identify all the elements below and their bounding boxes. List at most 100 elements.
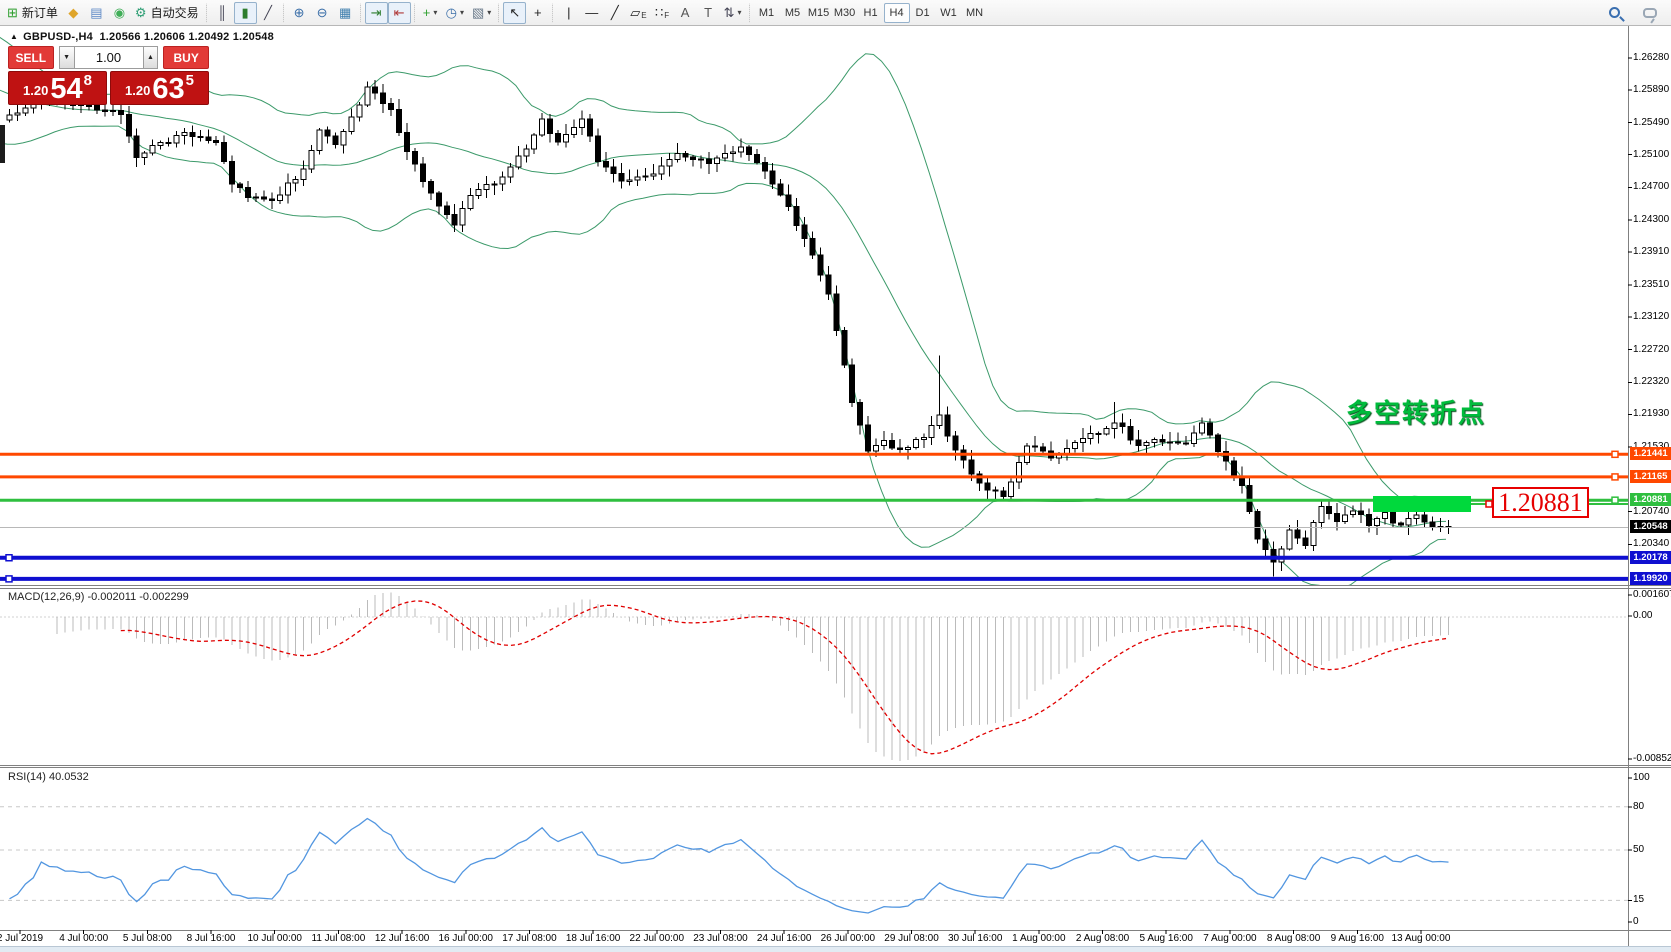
zoom-in-button[interactable]: ⊕ [288,2,311,24]
styler-button[interactable]: ◆ [62,2,85,24]
timeframe-w1[interactable]: W1 [936,3,962,23]
date-tick-label: 5 Aug 16:00 [1131,933,1201,944]
price-tick-label: 1.25100 [1633,149,1671,160]
chart-shift-button[interactable]: ⇤ [388,2,411,24]
arrows-button[interactable]: ⇅▾ [720,2,746,24]
level-price-label: 1.20881 [1630,493,1671,506]
dropdown-caret-icon: ▾ [738,8,742,17]
price-tick-label: 1.24700 [1633,181,1671,192]
rsi-label: RSI(14) 40.0532 [8,771,89,783]
cursor-icon: ↖ [509,6,520,19]
timeframe-m1[interactable]: M1 [754,3,780,23]
line-handle[interactable] [1612,451,1618,457]
chart-shift-icon: ⇤ [394,6,405,19]
timeframe-h1[interactable]: H1 [858,3,884,23]
text-label-icon: T [704,6,712,19]
chart-title: ▲GBPUSD-,H4 1.20566 1.20606 1.20492 1.20… [10,31,274,43]
terminal-icon: ▤ [90,6,102,19]
indicators-button[interactable]: +▾ [419,2,442,24]
volume-up-button[interactable]: ▲ [143,46,159,69]
line-handle[interactable] [6,576,12,582]
current-price-label: 1.20548 [1630,520,1671,533]
price-tick-label: 1.24300 [1633,214,1671,225]
signals-icon: ◉ [114,6,125,19]
volume-down-button[interactable]: ▼ [59,46,75,69]
new-order-button-label: 新订单 [22,4,58,21]
rsi-scale-label: 100 [1633,772,1671,783]
dropdown-caret-icon: ▾ [433,8,437,17]
turning-point-annotation[interactable]: 多空转折点 [1346,393,1486,430]
text-label-button[interactable]: T [697,2,720,24]
date-tick-label: 11 Jul 08:00 [303,933,373,944]
date-tick-label: 7 Aug 00:00 [1195,933,1265,944]
sell-price-display[interactable]: 1.20548 [8,71,107,105]
line-handle[interactable] [6,555,12,561]
rsi-pane [0,807,1628,913]
volume-input[interactable] [75,46,143,69]
trendline-button[interactable]: ╱ [603,2,626,24]
macd-scale-label: -0.008522 [1633,753,1671,764]
timeframe-m15[interactable]: M15 [806,3,832,23]
date-tick-label: 29 Jul 08:00 [877,933,947,944]
fibonacci-icon: ∷ [655,6,663,19]
collapse-marker-icon[interactable]: ▲ [10,32,18,41]
panel-collapse-tab[interactable] [0,125,5,163]
timeframe-h4[interactable]: H4 [884,3,910,23]
one-click-trading-panel: SELL ▼ ▲ BUY 1.20548 1.20635 [8,46,209,105]
zoom-out-button[interactable]: ⊖ [311,2,334,24]
chart-ohlc-values: 1.20566 1.20606 1.20492 1.20548 [99,31,273,43]
horizontal-line-button[interactable]: — [580,2,603,24]
auto-scroll-icon: ⇥ [371,6,382,19]
date-tick-label: 16 Jul 00:00 [431,933,501,944]
line-handle[interactable] [1612,474,1618,480]
macd-label: MACD(12,26,9) -0.002011 -0.002299 [8,591,189,603]
toolbar: ⊞新订单◆▤◉⚙自动交易║▮╱⊕⊖▦⇥⇤+▾◷▾▧▾↖+|—╱▱E∷FAT⇅▾ … [0,0,1671,26]
zoom-in-icon: ⊕ [294,6,305,19]
search-button[interactable] [1603,2,1626,24]
equidistant-channel-icon: ▱ [630,6,640,19]
text-icon: A [681,6,690,19]
terminal-button[interactable]: ▤ [85,2,108,24]
price-tick-label: 1.20740 [1633,506,1671,517]
buy-button[interactable]: BUY [163,46,209,69]
vertical-line-button[interactable]: | [557,2,580,24]
tile-windows-button[interactable]: ▦ [334,2,357,24]
timeframe-mn[interactable]: MN [962,3,988,23]
highlight-zone[interactable] [1373,496,1471,512]
text-button[interactable]: A [674,2,697,24]
styler-icon: ◆ [68,6,78,19]
autotrading-button-label: 自动交易 [151,4,199,21]
line-handle[interactable] [1612,497,1618,503]
channel-button[interactable]: ▱E [626,2,650,24]
cursor-button[interactable]: ↖ [503,2,526,24]
auto-scroll-button[interactable]: ⇥ [365,2,388,24]
templates-button[interactable]: ▧▾ [468,2,495,24]
crosshair-button[interactable]: + [526,2,549,24]
date-tick-label: 13 Aug 00:00 [1386,933,1456,944]
date-tick-label: 23 Jul 08:00 [685,933,755,944]
signals-button[interactable]: ◉ [108,2,131,24]
timeframe-m5[interactable]: M5 [780,3,806,23]
buy-price-display[interactable]: 1.20635 [110,71,209,105]
new-order-button[interactable]: ⊞新订单 [3,2,62,24]
price-callout-box[interactable]: 1.20881 [1492,487,1589,518]
fibonacci-button[interactable]: ∷F [651,2,674,24]
timeframe-m30[interactable]: M30 [832,3,858,23]
date-tick-label: 1 Aug 00:00 [1004,933,1074,944]
date-tick-label: 5 Jul 08:00 [112,933,182,944]
line-chart-button[interactable]: ╱ [257,2,280,24]
autotrading-button[interactable]: ⚙自动交易 [131,2,203,24]
community-button[interactable] [1638,2,1661,24]
rsi-scale-label: 80 [1633,801,1671,812]
bar-chart-button[interactable]: ║ [211,2,234,24]
sell-button[interactable]: SELL [8,46,54,69]
candlestick-chart-button[interactable]: ▮ [234,2,257,24]
search-icon [1609,7,1620,18]
bar-chart-icon: ║ [217,6,226,19]
tile-windows-icon: ▦ [339,6,351,19]
date-tick-label: 18 Jul 16:00 [558,933,628,944]
date-tick-label: 30 Jul 16:00 [940,933,1010,944]
timeframe-d1[interactable]: D1 [910,3,936,23]
periods-button[interactable]: ◷▾ [442,2,468,24]
rsi-scale-label: 15 [1633,894,1671,905]
